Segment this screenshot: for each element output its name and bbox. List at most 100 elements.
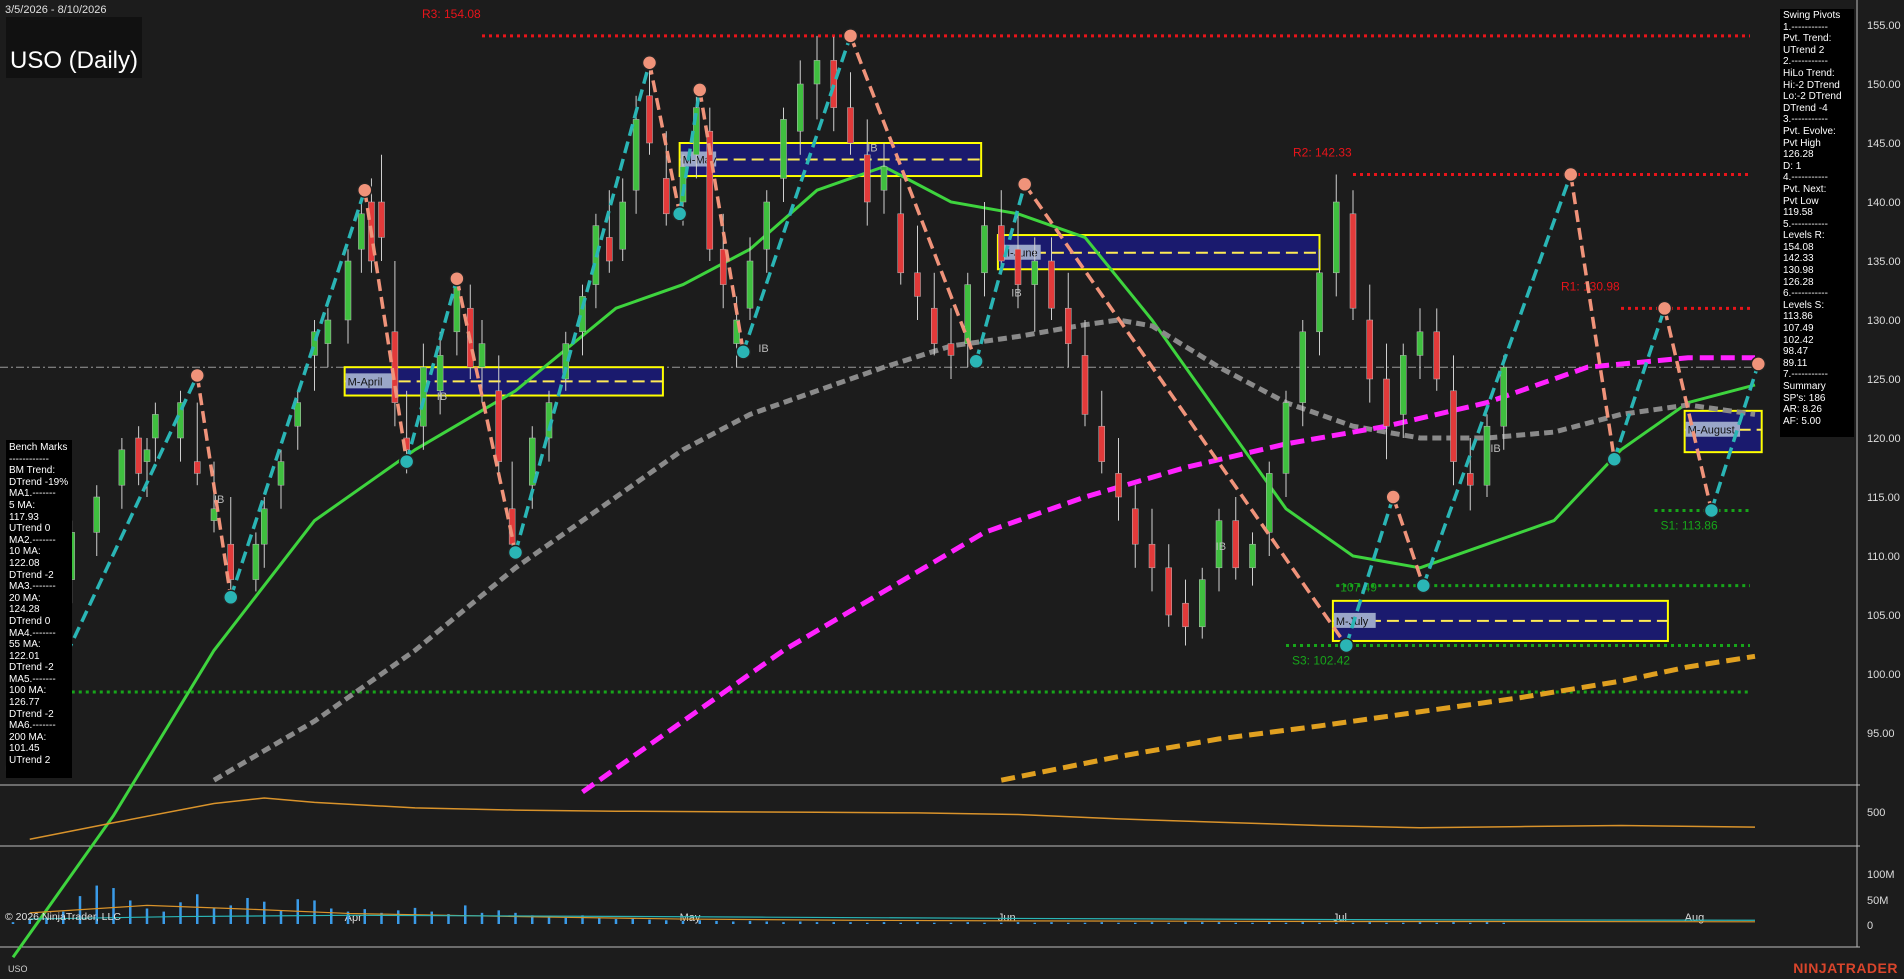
candle-body xyxy=(632,119,640,191)
candle-body xyxy=(194,461,201,474)
candle-body xyxy=(1483,425,1491,486)
oscillator-line xyxy=(29,797,1756,840)
swing-pivots-panel: Swing Pivots 1.----------- Pvt. Trend: UTre… xyxy=(1780,9,1854,437)
bench-marks-line: MA2.------- xyxy=(9,534,56,546)
candle-body xyxy=(646,95,653,144)
candle-body xyxy=(1416,331,1424,356)
swing-down-line xyxy=(698,89,746,353)
candle-body xyxy=(1065,307,1072,344)
date-range: 3/5/2026 - 8/10/2026 xyxy=(5,4,107,16)
candle-body xyxy=(813,60,821,85)
swing-pivots-line: D: 1 xyxy=(1783,160,1802,172)
candle-body xyxy=(964,284,971,344)
candles-layer: IBIBIBIBIBIBIB xyxy=(34,35,1507,674)
swing-down-line xyxy=(195,375,233,598)
ib-marker: IB xyxy=(758,343,768,355)
candle-body xyxy=(436,355,444,392)
swing-pivots-line: Swing Pivots xyxy=(1783,10,1841,21)
candle-body xyxy=(880,166,888,191)
y-tick-label: 140.00 xyxy=(1867,197,1901,209)
candle-body xyxy=(719,248,727,285)
volume-tick-label: 0 xyxy=(1867,920,1873,932)
ib-marker: IB xyxy=(1216,541,1226,553)
candle-body xyxy=(1366,319,1373,380)
bench-marks-line: DTrend -2 xyxy=(9,708,54,720)
bench-marks-line: UTrend 2 xyxy=(9,755,51,767)
volume-panel: 100M 50M 0 xyxy=(11,869,1895,932)
swing-high-marker xyxy=(1016,176,1033,193)
candle-body xyxy=(931,307,938,344)
candle-body xyxy=(453,284,461,333)
candle-body xyxy=(344,260,352,321)
candle-body xyxy=(1148,543,1156,569)
swing-pivots-line: Levels S: xyxy=(1783,299,1825,311)
swing-down-line xyxy=(1391,496,1426,587)
swing-pivots-line: 6.----------- xyxy=(1783,288,1828,300)
swing-pivots-line: 119.58 xyxy=(1783,207,1813,219)
volume-trend-line xyxy=(29,914,1756,921)
bench-marks-line: MA5.------- xyxy=(9,673,56,685)
swing-pivots-line: 3.----------- xyxy=(1783,114,1828,126)
ib-marker: IB xyxy=(437,391,447,403)
swing-high-marker xyxy=(189,367,205,384)
y-tick-label: 145.00 xyxy=(1867,138,1901,150)
y-tick-label: 135.00 xyxy=(1867,256,1901,268)
candle-body xyxy=(478,343,486,368)
candle-body xyxy=(1031,260,1038,285)
swing-low-marker xyxy=(223,589,239,606)
candle-body xyxy=(294,402,301,427)
moving-average-line xyxy=(1000,653,1756,783)
candle-body xyxy=(1014,248,1022,285)
swing-pivots-line: UTrend 2 xyxy=(1783,44,1825,56)
swing-low-marker xyxy=(671,206,688,222)
swing-high-marker xyxy=(449,270,465,287)
bench-marks-line: 122.08 xyxy=(9,557,40,569)
y-tick-label: 120.00 xyxy=(1867,433,1901,445)
candle-body xyxy=(1199,579,1206,628)
candle-body xyxy=(1299,331,1306,403)
swing-low-marker xyxy=(507,544,524,561)
swing-pivots-line: 5.----------- xyxy=(1783,218,1828,230)
swing-high-marker xyxy=(842,28,859,44)
candle-body xyxy=(797,83,804,132)
bench-marks-line: 55 MA: xyxy=(9,639,41,651)
brand-logo: NINJATRADER xyxy=(1793,960,1898,976)
swing-pivots-line: 107.49 xyxy=(1783,323,1814,335)
bench-marks-line: Bench Marks xyxy=(9,442,68,453)
candle-body xyxy=(1048,260,1055,309)
swing-down-line xyxy=(363,189,409,462)
support-level-label: S1: 113.86 xyxy=(1661,518,1718,532)
candle-body xyxy=(1467,473,1474,486)
candle-body xyxy=(914,272,921,297)
ib-marker: IB xyxy=(867,142,877,154)
bench-marks-line: 124.28 xyxy=(9,604,40,616)
bench-marks-line: 5 MA: xyxy=(9,499,36,511)
moving-averages-layer xyxy=(11,164,1756,959)
y-tick-label: 155.00 xyxy=(1867,20,1901,32)
y-tick-label: 150.00 xyxy=(1867,79,1901,91)
candle-body xyxy=(619,201,626,250)
candle-body xyxy=(663,178,670,215)
bench-marks-line: BM Trend: xyxy=(9,465,56,477)
swing-pivots-line: Pvt. Next: xyxy=(1783,183,1827,195)
candle-body xyxy=(420,366,427,427)
candle-body xyxy=(261,508,268,545)
y-tick-label: 95.00 xyxy=(1867,728,1895,740)
candle-body xyxy=(780,119,787,179)
candle-body xyxy=(495,390,502,462)
swing-pivots-line: 154.08 xyxy=(1783,241,1814,253)
candle-body xyxy=(1450,390,1457,462)
candle-body xyxy=(1383,378,1390,427)
swing-high-marker xyxy=(1385,489,1401,505)
swing-down-line xyxy=(455,278,518,553)
volume-tick-label: 100M xyxy=(1867,869,1895,881)
candle-body xyxy=(135,437,142,474)
volume-tick-label: 50M xyxy=(1867,895,1888,907)
candle-body xyxy=(897,213,904,274)
candle-body xyxy=(864,154,871,203)
swing-pivots-line: AF: 5.00 xyxy=(1783,415,1821,427)
candle-body xyxy=(746,260,754,309)
bench-marks-line: MA3.------- xyxy=(9,581,56,593)
swing-pivots-line: Pvt Low xyxy=(1783,195,1819,207)
candle-body xyxy=(1266,473,1273,533)
